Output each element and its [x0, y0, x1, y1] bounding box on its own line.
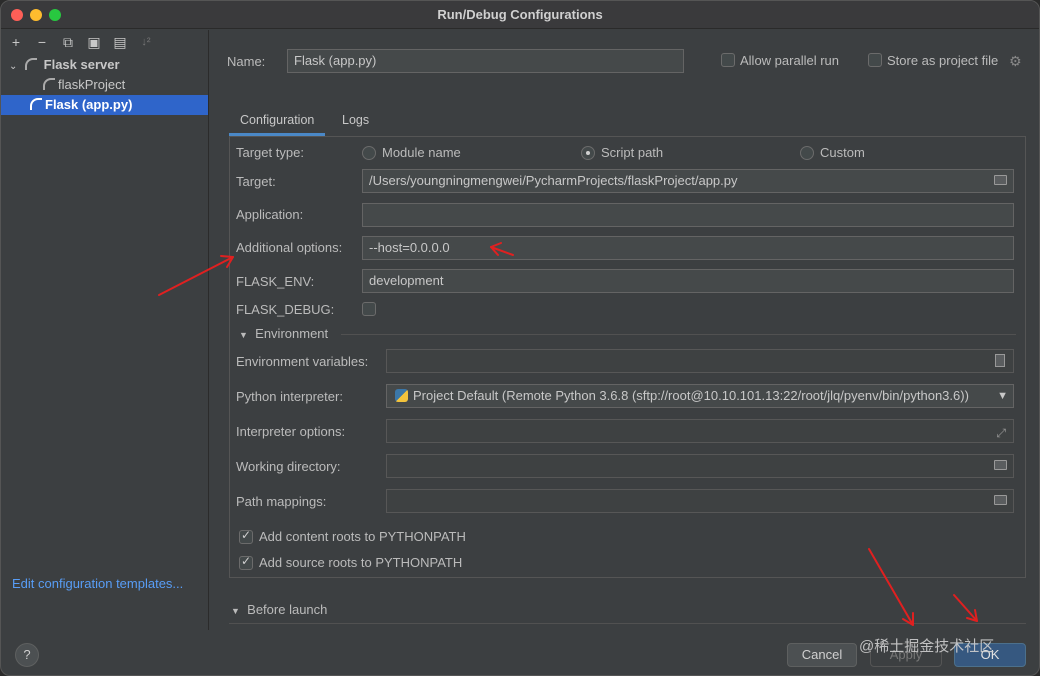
- window-title: Run/Debug Configurations: [437, 7, 603, 22]
- watermark: @稀土掘金技术社区: [859, 638, 995, 655]
- working-dir-label: Working directory:: [236, 459, 341, 474]
- folder-icon[interactable]: [994, 460, 1007, 470]
- flask-icon: [43, 78, 55, 90]
- env-vars-input[interactable]: [386, 349, 1014, 373]
- document-icon[interactable]: [995, 354, 1005, 367]
- tree-group-flask-server[interactable]: ⌄ Flask server: [9, 55, 120, 75]
- before-launch-divider: [229, 623, 1026, 624]
- tab-logs[interactable]: Logs: [331, 106, 380, 136]
- flask-env-input[interactable]: development: [362, 269, 1014, 293]
- cancel-button[interactable]: Cancel: [787, 643, 857, 667]
- environment-section-toggle[interactable]: ▼ Environment: [239, 326, 328, 341]
- allow-parallel-label: Allow parallel run: [740, 53, 839, 68]
- additional-options-input[interactable]: --host=0.0.0.0: [362, 236, 1014, 260]
- tree-item-flaskproject[interactable]: flaskProject: [43, 75, 125, 95]
- add-content-roots-checkbox[interactable]: [239, 528, 253, 544]
- tree-item-flask-app[interactable]: Flask (app.py): [1, 95, 208, 115]
- copy-icon[interactable]: ⧉: [59, 33, 77, 51]
- configurations-sidebar: + − ⧉ ▣ ▤ ↓²: [1, 30, 209, 630]
- environment-divider: [341, 334, 1016, 335]
- target-type-label: Target type:: [236, 145, 304, 160]
- name-input[interactable]: Flask (app.py): [287, 49, 684, 73]
- environment-header: Environment: [255, 326, 329, 341]
- flask-icon: [25, 58, 38, 70]
- interpreter-select[interactable]: Project Default (Remote Python 3.6.8 (sf…: [386, 384, 1014, 408]
- application-label: Application:: [236, 207, 304, 222]
- edit-templates-link[interactable]: Edit configuration templates...: [12, 576, 183, 591]
- annotation-arrow: [953, 594, 978, 622]
- store-project-label: Store as project file: [887, 53, 999, 68]
- tree-group-label: Flask server: [43, 57, 120, 72]
- chevron-down-icon[interactable]: ⌄: [9, 61, 17, 72]
- interp-options-input[interactable]: ⤢: [386, 419, 1014, 443]
- sidebar-toolbar: + − ⧉ ▣ ▤ ↓²: [1, 30, 208, 54]
- flask-debug-label: FLASK_DEBUG:: [236, 302, 335, 317]
- env-vars-label: Environment variables:: [236, 354, 369, 369]
- close-window-button[interactable]: [11, 9, 23, 21]
- radio-custom-label: Custom: [820, 145, 865, 160]
- allow-parallel-checkbox[interactable]: [721, 53, 735, 67]
- tab-configuration[interactable]: Configuration: [229, 106, 326, 136]
- dropdown-arrow-icon: ▼: [997, 390, 1008, 402]
- working-dir-input[interactable]: [386, 454, 1014, 478]
- plus-icon[interactable]: +: [7, 33, 25, 51]
- radio-module-label: Module name: [382, 145, 461, 160]
- before-launch-header: Before launch: [247, 602, 328, 617]
- sort-icon[interactable]: ↓²: [137, 33, 155, 51]
- flask-icon: [30, 98, 42, 110]
- flask-debug-checkbox[interactable]: [362, 302, 376, 316]
- tree-item-label: Flask (app.py): [45, 97, 133, 112]
- gear-icon[interactable]: ⚙: [1009, 53, 1022, 70]
- folder-add-icon[interactable]: ▤: [111, 33, 129, 51]
- expand-icon[interactable]: ⤢: [996, 422, 1006, 442]
- target-label: Target:: [236, 174, 276, 189]
- chevron-down-icon: ▼: [231, 606, 240, 616]
- help-button[interactable]: ?: [15, 643, 39, 667]
- add-content-roots-label: Add content roots to PYTHONPATH: [259, 529, 466, 544]
- path-mappings-label: Path mappings:: [236, 494, 327, 509]
- interpreter-value: Project Default (Remote Python 3.6.8 (sf…: [413, 388, 969, 403]
- minimize-window-button[interactable]: [30, 9, 42, 21]
- python-icon: [395, 389, 408, 402]
- interpreter-label: Python interpreter:: [236, 389, 343, 404]
- chevron-down-icon: ▼: [239, 330, 248, 340]
- additional-options-label: Additional options:: [236, 240, 343, 255]
- radio-script-path[interactable]: [581, 146, 595, 160]
- radio-module-name[interactable]: [362, 146, 376, 160]
- application-input[interactable]: [362, 203, 1014, 227]
- tree-item-label: flaskProject: [58, 77, 126, 92]
- folder-icon[interactable]: [994, 175, 1007, 185]
- store-project-checkbox[interactable]: [868, 53, 882, 67]
- title-bar: Run/Debug Configurations: [1, 1, 1039, 29]
- path-mappings-input[interactable]: [386, 489, 1014, 513]
- radio-script-label: Script path: [601, 145, 664, 160]
- target-value: /Users/youngningmengwei/PycharmProjects/…: [369, 173, 738, 188]
- save-icon[interactable]: ▣: [85, 33, 103, 51]
- add-source-roots-label: Add source roots to PYTHONPATH: [259, 555, 463, 570]
- minus-icon[interactable]: −: [33, 33, 51, 51]
- add-source-roots-checkbox[interactable]: [239, 554, 253, 570]
- name-label: Name:: [227, 54, 266, 69]
- flask-env-label: FLASK_ENV:: [236, 274, 315, 289]
- maximize-window-button[interactable]: [49, 9, 61, 21]
- run-debug-dialog: Run/Debug Configurations + − ⧉ ▣ ▤ ↓² ⌄ …: [0, 0, 1040, 676]
- folder-icon[interactable]: [994, 495, 1007, 505]
- before-launch-toggle[interactable]: ▼ Before launch: [231, 602, 327, 617]
- target-input[interactable]: /Users/youngningmengwei/PycharmProjects/…: [362, 169, 1014, 193]
- interp-options-label: Interpreter options:: [236, 424, 346, 439]
- radio-custom[interactable]: [800, 146, 814, 160]
